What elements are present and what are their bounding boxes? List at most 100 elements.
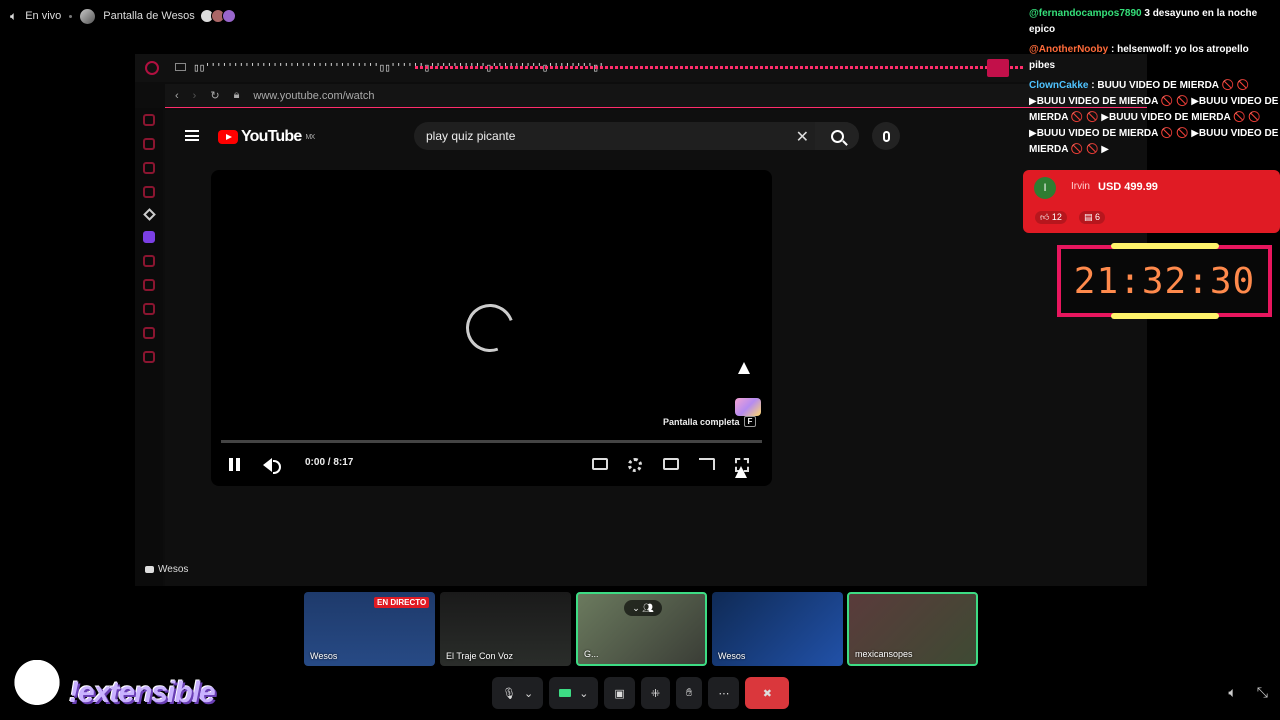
youtube-logo-text: YouTube: [241, 128, 302, 145]
browser-urlbar: ‹ › ↻ 🔒︎ www.youtube.com/watch: [165, 84, 1147, 108]
sidebar-history-icon[interactable]: [143, 114, 155, 126]
pause-icon[interactable]: [229, 458, 240, 471]
mouse-cursor-icon: [738, 362, 750, 374]
player-controls: 0:00 / 8:17: [211, 450, 772, 480]
sidebar-settings-icon[interactable]: [143, 351, 155, 363]
screen-share-button[interactable]: ▣: [604, 677, 635, 709]
participant-name: mexicansopes: [855, 649, 913, 659]
live-badge: EN DIRECTO: [374, 597, 430, 608]
activities-icon: ⁜: [650, 687, 661, 700]
chat-text: 3 desayuno en la noche: [1144, 8, 1258, 19]
loading-spinner-icon: [458, 296, 522, 360]
fullscreen-shortcut-key: F: [743, 416, 757, 427]
settings-icon[interactable]: [628, 458, 642, 472]
chevron-down-icon[interactable]: ⌄: [524, 687, 533, 700]
stream-owner-label: Wesos: [145, 564, 188, 575]
mascot-logo: [14, 660, 60, 716]
sidebar-whatsapp-icon[interactable]: [143, 162, 155, 174]
leave-call-icon: ✖: [762, 687, 772, 700]
stream-owner-name: Wesos: [158, 564, 189, 575]
participant-tile[interactable]: ⌄ 👥︎ G...: [576, 592, 707, 666]
chat-text-tail: epico: [1029, 24, 1056, 35]
viewer-avatars[interactable]: [199, 9, 236, 23]
progress-bar[interactable]: [221, 440, 762, 443]
url-text[interactable]: www.youtube.com/watch: [253, 90, 374, 102]
soundboard-button[interactable]: ✋︎: [676, 677, 703, 709]
participant-tile[interactable]: EN DIRECTO Wesos: [304, 592, 435, 666]
more-options-button[interactable]: ⋯: [708, 677, 740, 709]
video-player[interactable]: Pantalla completa F 0:00 / 8:17: [211, 170, 772, 486]
youtube-play-icon: [218, 130, 238, 144]
superchat-name: Irvin: [1071, 181, 1090, 192]
exit-fullscreen-icon[interactable]: ⤡: [1257, 684, 1268, 701]
volume-icon[interactable]: 🔈︎: [1228, 684, 1236, 701]
lock-icon: 🔒︎: [233, 89, 240, 101]
chat-overlay: @fernandocampos7890 3 desayuno en la noc…: [1029, 6, 1279, 162]
channel-name[interactable]: Pantalla de Wesos: [103, 10, 195, 22]
chat-message: ClownCakke : BUUU VIDEO DE MIERDA 🚫 🚫 ▶B…: [1029, 78, 1279, 158]
reload-icon[interactable]: ↻: [210, 89, 219, 102]
search-box[interactable]: play quiz picante ✕: [414, 122, 859, 150]
time-display: 0:00 / 8:17: [305, 457, 354, 468]
search-icon: [830, 129, 844, 143]
leave-call-button[interactable]: ✖: [745, 677, 790, 709]
search-input[interactable]: play quiz picante: [426, 129, 515, 143]
tab-decoration: [415, 66, 1025, 69]
call-controls: 🎙︎ ⌄ ⌄ ▣ ⁜ ✋︎ ⋯ ✖: [492, 677, 790, 709]
youtube-logo[interactable]: YouTube MX: [218, 128, 315, 146]
theater-mode-icon[interactable]: [663, 458, 679, 470]
back-icon[interactable]: ‹: [175, 90, 179, 102]
participant-tile[interactable]: Wesos: [712, 592, 843, 666]
sidebar-player-icon[interactable]: [143, 279, 155, 291]
screen-share-icon: [145, 566, 154, 573]
participant-name: G...: [584, 649, 599, 659]
participant-name: Wesos: [718, 651, 746, 661]
more-icon: ⋯: [718, 687, 730, 700]
sidebar-puzzle-icon[interactable]: [143, 327, 155, 339]
clock-time: 21:32:30: [1073, 260, 1256, 302]
participant-tile[interactable]: El Traje Con Voz: [440, 592, 571, 666]
participant-tile[interactable]: mexicansopes: [847, 592, 978, 666]
tile-options-icon[interactable]: ⌄ 👥︎: [624, 600, 662, 616]
chat-username: @AnotherNooby: [1029, 44, 1109, 55]
sidebar-discord-icon[interactable]: [143, 186, 155, 198]
active-tab-indicator[interactable]: [987, 59, 1009, 77]
sidebar-aria-icon[interactable]: [142, 208, 156, 221]
superchat-amount: USD 499.99: [1098, 181, 1158, 193]
clear-search-icon[interactable]: ✕: [796, 127, 809, 147]
fullscreen-tooltip: Pantalla completa F: [663, 416, 757, 427]
chat-message: @fernandocampos7890 3 desayuno en la noc…: [1029, 6, 1279, 38]
live-label: En vivo: [25, 10, 62, 22]
channel-avatar: [80, 8, 96, 24]
microphone-icon: 🎙︎: [502, 687, 516, 700]
stream-view: ▯▯'''''''''''''''''''''''''''''''▯▯'''''…: [135, 54, 1147, 586]
separator-dot: [69, 14, 73, 18]
subtitles-icon[interactable]: [592, 458, 608, 470]
sidebar-bag-icon[interactable]: [143, 138, 155, 150]
sidebar-twitch-icon[interactable]: [143, 231, 155, 243]
search-button[interactable]: [815, 122, 859, 150]
speaker-icon[interactable]: 🔈︎: [10, 9, 17, 24]
superchat-avatar: I: [1034, 177, 1056, 199]
chevron-down-icon[interactable]: ⌄: [579, 687, 588, 700]
chat-text: : helsenwolf: yo los atropello: [1110, 44, 1249, 55]
sidebar-app-icon[interactable]: [143, 255, 155, 267]
sidebar-clock-icon[interactable]: [143, 303, 155, 315]
soundboard-icon: ✋︎: [686, 686, 693, 699]
camera-icon: [559, 689, 572, 697]
clock-widget: 21:32:30: [1057, 243, 1272, 319]
likes-count: 12: [1051, 212, 1062, 222]
forward-icon[interactable]: ›: [193, 90, 197, 102]
volume-icon[interactable]: [263, 458, 281, 474]
camera-button[interactable]: ⌄: [549, 677, 599, 709]
chat-text: : BUUU VIDEO DE MIERDA 🚫 🚫 ▶BUUU VIDEO D…: [1029, 80, 1279, 155]
voice-search-button[interactable]: [872, 122, 900, 150]
menu-icon[interactable]: [185, 130, 199, 141]
youtube-region: MX: [305, 133, 315, 141]
cast-icon[interactable]: [699, 458, 715, 470]
chat-message: @AnotherNooby : helsenwolf: yo los atrop…: [1029, 42, 1279, 74]
activities-button[interactable]: ⁜: [640, 677, 671, 709]
chat-text-tail: pibes: [1029, 60, 1056, 71]
youtube-header: YouTube MX play quiz picante ✕: [165, 116, 1147, 156]
microphone-button[interactable]: 🎙︎ ⌄: [492, 677, 544, 709]
